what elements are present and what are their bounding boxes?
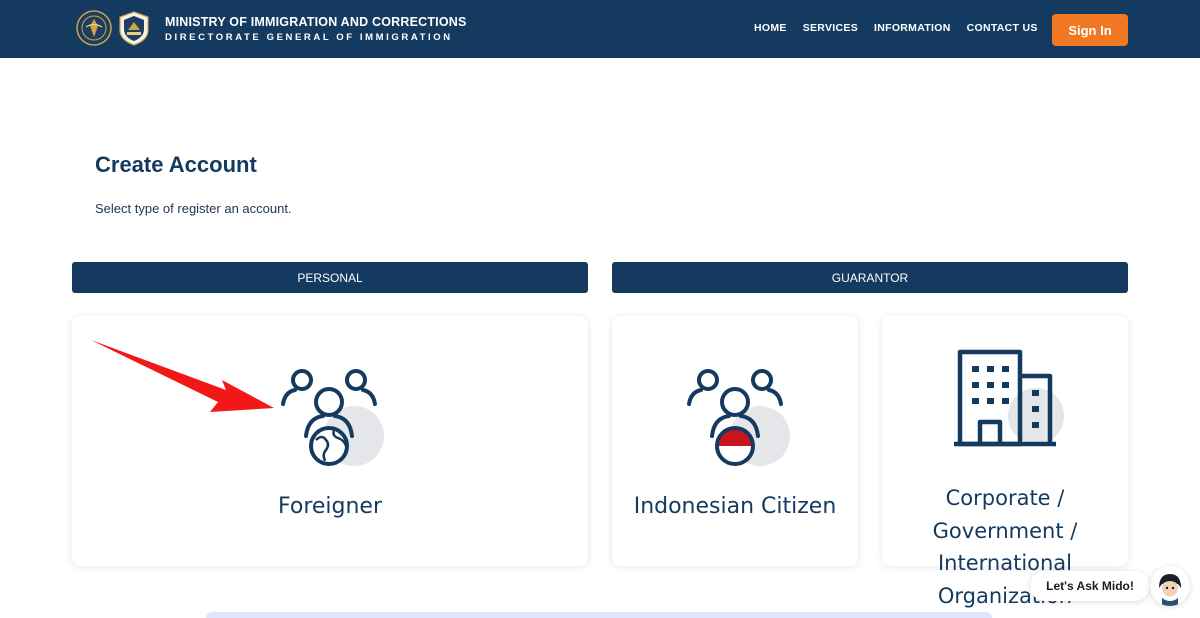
corporate-label-line-1: Corporate /	[945, 486, 1065, 510]
section-personal: PERSONAL	[72, 262, 588, 293]
people-flag-icon	[687, 369, 790, 466]
page-title: Create Account	[95, 152, 257, 177]
brand[interactable]: MINISTRY OF IMMIGRATION AND CORRECTIONS …	[165, 15, 467, 43]
corporate-label-line-2: Government /	[932, 518, 1078, 543]
nav-home[interactable]: HOME	[754, 22, 787, 34]
nav-services[interactable]: SERVICES	[803, 22, 858, 34]
site-header: MINISTRY OF IMMIGRATION AND CORRECTIONS …	[0, 0, 1200, 58]
foreigner-label: Foreigner	[277, 494, 383, 519]
bottom-panel	[206, 612, 992, 618]
page-subtitle: Select type of register an account.	[95, 201, 292, 216]
mido-avatar-icon[interactable]	[1150, 566, 1190, 606]
indonesian-citizen-label: Indonesian Citizen	[633, 494, 837, 519]
section-guarantor: GUARANTOR	[612, 262, 1128, 293]
sign-in-button[interactable]: Sign In	[1052, 14, 1128, 46]
brand-subtitle: DIRECTORATE GENERAL OF IMMIGRATION	[165, 32, 453, 43]
nav-contact-us[interactable]: CONTACT US	[967, 22, 1038, 34]
nav-information[interactable]: INFORMATION	[874, 22, 951, 34]
logos	[76, 10, 152, 46]
brand-title: MINISTRY OF IMMIGRATION AND CORRECTIONS	[165, 15, 467, 29]
main-nav: HOME SERVICES INFORMATION CONTACT US	[754, 22, 1038, 34]
ministry-emblem-icon[interactable]	[76, 10, 112, 46]
people-globe-icon	[281, 369, 384, 466]
red-arrow-icon	[91, 340, 274, 412]
immigration-emblem-icon[interactable]	[116, 10, 152, 46]
chat-button[interactable]: Let's Ask Mido!	[1030, 571, 1150, 601]
building-icon	[954, 349, 1064, 447]
corporate-card[interactable]: Corporate / Government / International O…	[882, 316, 1128, 608]
indonesian-citizen-card[interactable]: Indonesian Citizen	[612, 316, 858, 566]
chat-widget[interactable]: Let's Ask Mido!	[1030, 566, 1190, 606]
